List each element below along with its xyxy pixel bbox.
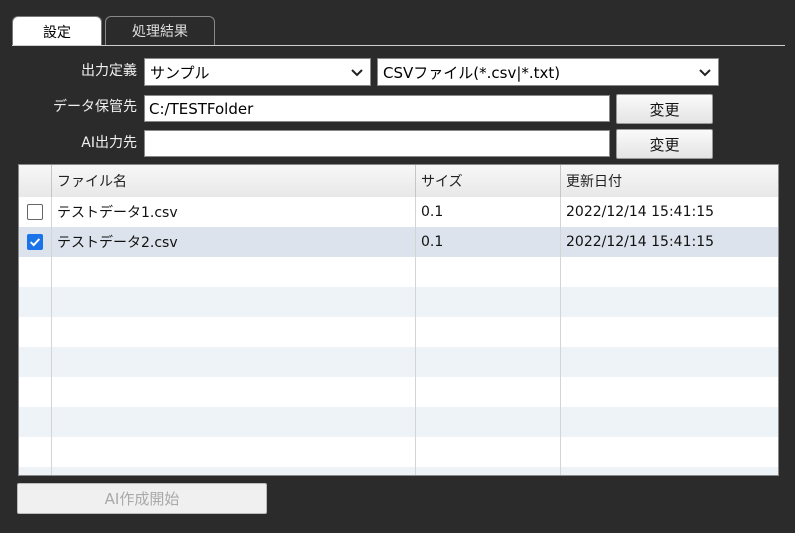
tab-divider — [12, 45, 785, 46]
empty-row — [19, 347, 778, 377]
chevron-down-icon — [699, 69, 711, 77]
file-type-value: CSVファイル(*.csv|*.txt) — [383, 63, 561, 82]
header-checkbox-cell — [19, 165, 52, 197]
header-date[interactable]: 更新日付 — [560, 165, 778, 197]
table-header: ファイル名 サイズ 更新日付 — [19, 165, 778, 198]
header-size[interactable]: サイズ — [415, 165, 561, 197]
output-def-select[interactable]: サンプル — [144, 58, 371, 86]
file-type-select[interactable]: CSVファイル(*.csv|*.txt) — [377, 58, 719, 86]
empty-row — [19, 467, 778, 475]
row-checkbox[interactable] — [27, 234, 43, 250]
row-date: 2022/12/14 15:41:15 — [560, 227, 778, 257]
ai-output-label: AI出力先 — [81, 135, 137, 151]
empty-row — [19, 407, 778, 437]
output-def-label: 出力定義 — [81, 63, 137, 79]
start-ai-button[interactable]: AI作成開始 — [17, 483, 267, 514]
row-filename: テストデータ1.csv — [51, 197, 416, 227]
data-store-label: データ保管先 — [53, 99, 137, 115]
empty-row — [19, 437, 778, 467]
data-store-input[interactable]: C:/TESTFolder — [144, 95, 610, 122]
change-data-store-button[interactable]: 変更 — [616, 94, 713, 124]
header-filename[interactable]: ファイル名 — [51, 165, 416, 197]
row-size: 0.1 — [415, 197, 561, 227]
tab-settings[interactable]: 設定 — [12, 16, 102, 46]
tab-results[interactable]: 処理結果 — [105, 16, 215, 45]
table-row[interactable]: テストデータ1.csv 0.1 2022/12/14 15:41:15 — [19, 197, 778, 227]
empty-row — [19, 317, 778, 347]
ai-output-input[interactable] — [144, 130, 610, 157]
empty-row — [19, 287, 778, 317]
data-store-value: C:/TESTFolder — [149, 99, 254, 118]
row-filename: テストデータ2.csv — [51, 227, 416, 257]
checkmark-icon — [29, 238, 41, 247]
file-table[interactable]: ファイル名 サイズ 更新日付 テストデータ1.csv 0.1 2022/12/1… — [18, 164, 779, 476]
row-size: 0.1 — [415, 227, 561, 257]
output-def-value: サンプル — [150, 63, 210, 82]
change-ai-output-button[interactable]: 変更 — [616, 129, 713, 159]
empty-row — [19, 377, 778, 407]
row-date: 2022/12/14 15:41:15 — [560, 197, 778, 227]
row-checkbox[interactable] — [27, 204, 43, 220]
empty-row — [19, 257, 778, 287]
chevron-down-icon — [351, 69, 363, 77]
table-row[interactable]: テストデータ2.csv 0.1 2022/12/14 15:41:15 — [19, 227, 778, 257]
